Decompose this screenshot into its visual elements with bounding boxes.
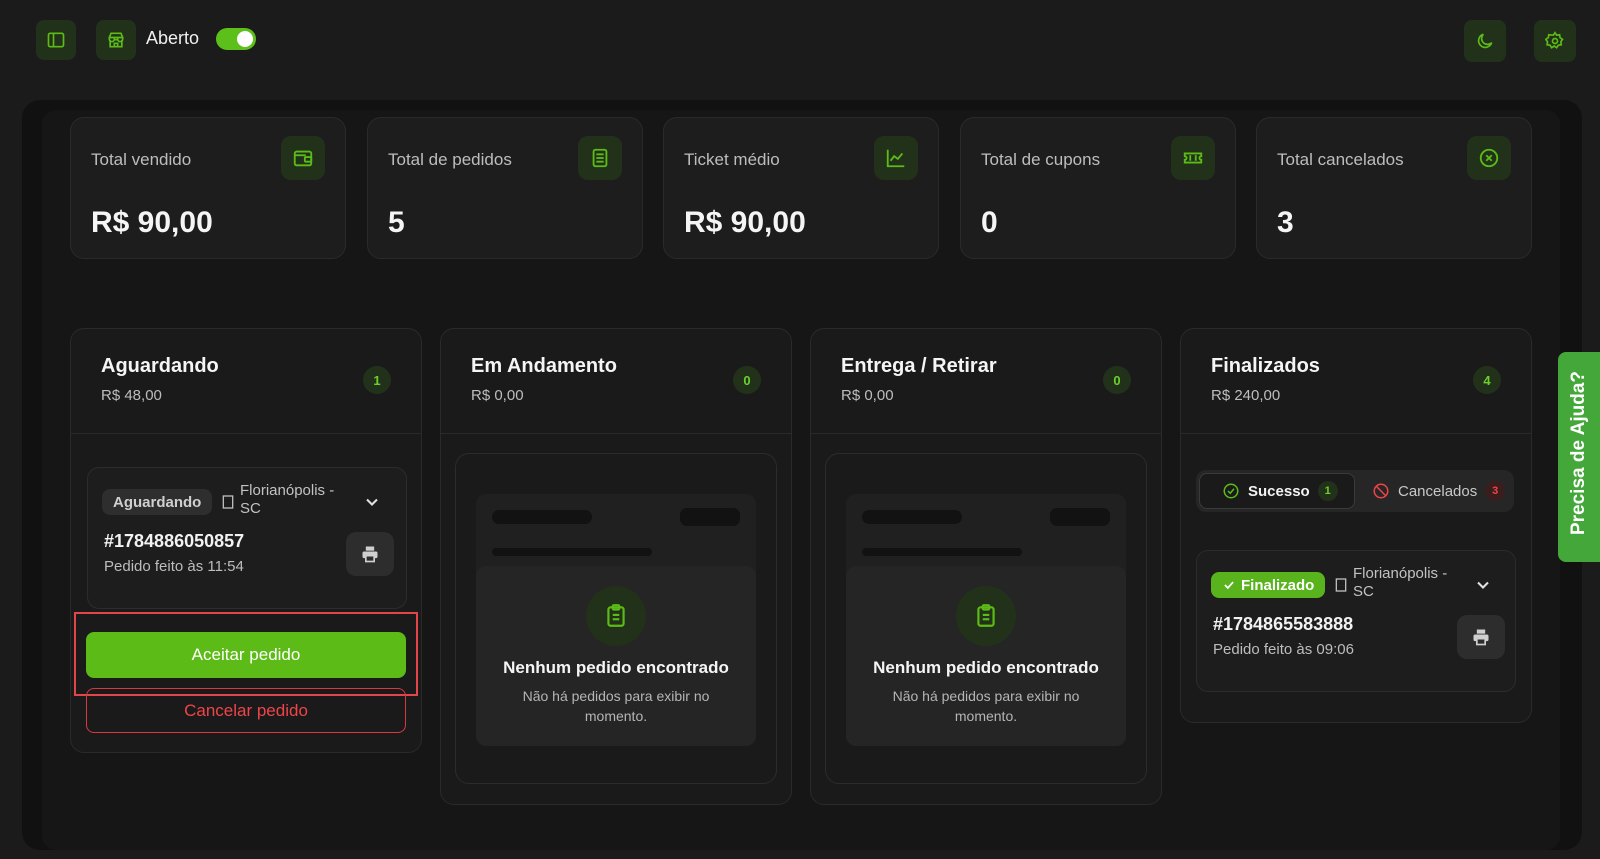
order-time: Pedido feito às 11:54 <box>104 558 244 575</box>
column-count-badge: 1 <box>363 366 391 394</box>
stat-average-ticket: Ticket médio R$ 90,00 <box>663 117 939 259</box>
skeleton-bar <box>862 510 962 524</box>
skeleton-bar <box>1050 508 1110 526</box>
tab-sucesso[interactable]: Sucesso 1 <box>1199 473 1355 509</box>
store-open-toggle[interactable] <box>216 28 256 50</box>
status-badge-label: Finalizado <box>1241 576 1315 594</box>
column-title: Aguardando <box>101 355 219 377</box>
empty-text: Não há pedidos para exibir no momento. <box>522 688 710 724</box>
printer-icon <box>362 546 378 563</box>
stat-value: R$ 90,00 <box>684 206 806 239</box>
gear-icon <box>1545 31 1564 49</box>
top-bar: Aberto <box>0 0 1600 88</box>
print-button[interactable] <box>1457 615 1505 659</box>
cancel-order-button[interactable]: Cancelar pedido <box>86 688 406 733</box>
column-total: R$ 240,00 <box>1211 387 1281 404</box>
status-badge: Aguardando <box>102 489 213 515</box>
empty-title: Nenhum pedido encontrado <box>873 658 1099 677</box>
stat-total-sold: Total vendido R$ 90,00 <box>70 117 346 259</box>
stat-label: Total de cupons <box>981 150 1101 169</box>
tab-count-badge: 1 <box>1317 481 1338 501</box>
empty-message-box: Nenhum pedido encontrado Não há pedidos … <box>846 566 1126 746</box>
status-badge: Finalizado <box>1211 572 1326 598</box>
column-em-andamento: Em Andamento R$ 0,00 0 Nenhum pedido enc… <box>440 328 792 805</box>
tab-count-badge: 3 <box>1485 481 1506 501</box>
stat-value: R$ 90,00 <box>91 206 213 239</box>
stat-value: 0 <box>981 206 998 239</box>
order-location: Florianópolis - SC <box>240 482 335 517</box>
column-count-badge: 0 <box>1103 366 1131 394</box>
stat-label: Total de pedidos <box>388 150 512 169</box>
wallet-icon <box>281 136 325 180</box>
theme-toggle-button[interactable] <box>1464 20 1506 62</box>
ban-icon <box>1373 483 1389 499</box>
receipt-icon <box>578 136 622 180</box>
column-header: Entrega / Retirar R$ 0,00 0 <box>811 329 1161 434</box>
empty-state: Nenhum pedido encontrado Não há pedidos … <box>825 453 1147 784</box>
order-time: Pedido feito às 09:06 <box>1213 641 1354 658</box>
x-circle-icon <box>1467 136 1511 180</box>
stat-total-orders: Total de pedidos 5 <box>367 117 643 259</box>
help-label: Precisa de Ajuda? <box>1568 370 1589 536</box>
sidebar-toggle-button[interactable] <box>36 20 76 60</box>
empty-state: Nenhum pedido encontrado Não há pedidos … <box>455 453 777 784</box>
stat-label: Total vendido <box>91 150 192 169</box>
column-entrega-retirar: Entrega / Retirar R$ 0,00 0 Nenhum pedid… <box>810 328 1162 805</box>
column-title: Em Andamento <box>471 355 617 377</box>
stat-total-coupons: Total de cupons 0 <box>960 117 1236 259</box>
clipboard-icon <box>586 586 646 646</box>
order-id: #1784865583888 <box>1213 614 1354 634</box>
stat-total-canceled: Total cancelados 3 <box>1256 117 1532 259</box>
chevron-down-icon[interactable] <box>362 492 382 512</box>
store-icon <box>108 32 124 48</box>
order-id: #1784886050857 <box>104 531 245 551</box>
order-location: Florianópolis - SC <box>1353 565 1448 600</box>
tab-label: Sucesso <box>1248 482 1310 500</box>
stat-value: 5 <box>388 206 405 239</box>
column-count-badge: 0 <box>733 366 761 394</box>
building-icon <box>1335 578 1347 592</box>
moon-icon <box>1477 33 1493 49</box>
toggle-knob <box>237 31 253 47</box>
sidebar-icon <box>47 32 65 48</box>
store-button[interactable] <box>96 20 136 60</box>
chart-line-icon <box>874 136 918 180</box>
tab-cancelados[interactable]: Cancelados 3 <box>1360 473 1510 509</box>
column-total: R$ 0,00 <box>471 387 524 404</box>
tab-label: Cancelados <box>1398 482 1478 500</box>
column-header: Em Andamento R$ 0,00 0 <box>441 329 791 434</box>
column-header: Finalizados R$ 240,00 4 <box>1181 329 1531 434</box>
order-card[interactable]: Aguardando Florianópolis - SC #178488605… <box>87 467 407 609</box>
column-total: R$ 0,00 <box>841 387 894 404</box>
finalized-filter-tabs: Sucesso 1 Cancelados 3 <box>1196 470 1514 512</box>
column-header: Aguardando R$ 48,00 1 <box>71 329 421 434</box>
check-circle-icon <box>1223 483 1239 499</box>
stat-label: Total cancelados <box>1277 150 1404 169</box>
stat-value: 3 <box>1277 206 1294 239</box>
stat-label: Ticket médio <box>684 150 780 169</box>
building-icon <box>222 495 234 509</box>
skeleton-bar <box>862 548 1022 556</box>
skeleton-bar <box>680 508 740 526</box>
skeleton-bar <box>492 548 652 556</box>
printer-icon <box>1473 629 1489 646</box>
column-title: Finalizados <box>1211 355 1320 377</box>
help-tab[interactable]: Precisa de Ajuda? <box>1558 352 1600 562</box>
column-count-badge: 4 <box>1473 366 1501 394</box>
column-title: Entrega / Retirar <box>841 355 997 377</box>
store-status-label: Aberto <box>146 28 200 48</box>
empty-title: Nenhum pedido encontrado <box>503 658 729 677</box>
chevron-down-icon[interactable] <box>1473 575 1493 595</box>
ticket-icon <box>1171 136 1215 180</box>
empty-message-box: Nenhum pedido encontrado Não há pedidos … <box>476 566 756 746</box>
highlight-box <box>74 612 418 696</box>
order-card[interactable]: Finalizado Florianópolis - SC #178486558… <box>1196 550 1516 692</box>
check-icon <box>1224 581 1234 590</box>
settings-button[interactable] <box>1534 20 1576 62</box>
print-button[interactable] <box>346 532 394 576</box>
clipboard-icon <box>956 586 1016 646</box>
empty-text: Não há pedidos para exibir no momento. <box>892 688 1080 724</box>
skeleton-bar <box>492 510 592 524</box>
column-total: R$ 48,00 <box>101 387 162 404</box>
